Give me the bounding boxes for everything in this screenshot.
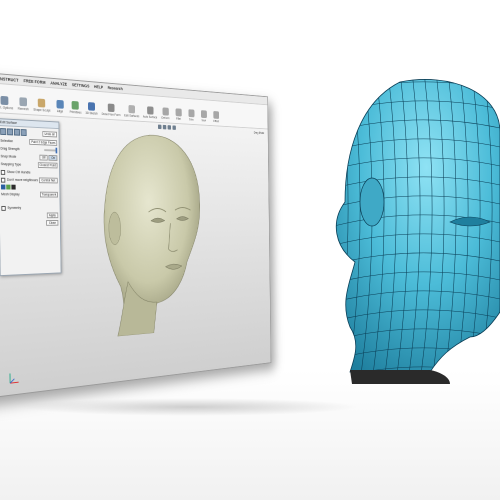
ribbon-button-fillet[interactable]: Fillet bbox=[174, 108, 184, 121]
ribbon-label: Ctrl. Options bbox=[0, 105, 14, 111]
ribbon-button-draw-free-form[interactable]: Draw Free Form bbox=[101, 103, 121, 117]
ribbon-label: Offset bbox=[213, 119, 220, 124]
checkbox-icon bbox=[0, 169, 6, 175]
primitives-icon bbox=[71, 100, 80, 110]
fillet-icon bbox=[175, 108, 182, 117]
ribbon-button-trim[interactable]: Trim bbox=[186, 109, 195, 122]
snap-off-button[interactable]: Off bbox=[39, 154, 49, 161]
wire-neck-base bbox=[350, 370, 450, 384]
mesh-display-select[interactable]: Transparent bbox=[39, 191, 58, 198]
wireframe-head-model bbox=[336, 79, 500, 384]
menu-item-construct[interactable]: CONSTRUCT bbox=[0, 76, 18, 83]
drag-mode-label: Drag Mode bbox=[253, 130, 265, 135]
axis-triad-icon bbox=[8, 370, 20, 385]
ribbon-button-offset[interactable]: Offset bbox=[211, 111, 220, 123]
mode-tab-3[interactable] bbox=[13, 128, 20, 136]
trim-icon bbox=[188, 109, 195, 118]
deform-icon bbox=[162, 107, 169, 116]
ribbon-button-primitives[interactable]: Primitives bbox=[69, 100, 82, 115]
ribbon-button-sew[interactable]: Sew bbox=[199, 110, 208, 122]
ribbon-label: Remesh bbox=[17, 106, 29, 112]
viewport-3d[interactable]: Drag Mode Edit Surface Undo all Selectio… bbox=[0, 113, 271, 397]
ribbon-button-remesh[interactable]: Remesh bbox=[17, 97, 29, 111]
ribbon-label: Sew bbox=[201, 118, 207, 123]
free-form-icon bbox=[107, 103, 115, 113]
swatch-blue[interactable] bbox=[1, 184, 6, 190]
ribbon-label: Shape Sculpt bbox=[33, 107, 51, 113]
swatch-dark[interactable] bbox=[11, 184, 16, 190]
ribbon-button-edit-surfaces[interactable]: Edit Surfaces bbox=[124, 104, 140, 119]
mode-tab-1[interactable] bbox=[0, 127, 7, 136]
ribbon-button-deform[interactable]: Deform bbox=[161, 107, 171, 120]
layers-icon bbox=[0, 95, 9, 106]
ribbon-button-ctrl-options[interactable]: Ctrl. Options bbox=[0, 95, 14, 111]
ribbon-label: 3D Sketch bbox=[85, 111, 98, 116]
checkbox-icon[interactable] bbox=[0, 177, 6, 183]
ribbon-button-3d-sketch[interactable]: 3D Sketch bbox=[85, 102, 98, 116]
ribbon-label: Edit Surfaces bbox=[124, 113, 140, 119]
align-icon bbox=[56, 99, 64, 109]
symmetry-label: Symmetry bbox=[7, 205, 22, 210]
view-side-icon[interactable] bbox=[163, 124, 167, 130]
undo-all-button[interactable]: Undo all bbox=[41, 130, 58, 137]
ribbon-label: Trim bbox=[188, 117, 194, 122]
ribbon-button-auto-surface[interactable]: Auto Surface bbox=[143, 106, 157, 119]
work-area: Drag Mode Edit Surface Undo all Selectio… bbox=[0, 111, 271, 401]
close-button[interactable]: Close bbox=[46, 219, 59, 226]
view-toolbar bbox=[158, 124, 177, 130]
ribbon-button-shape-sculpt[interactable]: Shape Sculpt bbox=[33, 98, 51, 113]
ribbon-label: Primitives bbox=[69, 110, 82, 115]
view-iso-icon[interactable] bbox=[172, 125, 177, 130]
selection-label: Selection bbox=[0, 138, 14, 144]
checkbox-icon bbox=[1, 205, 6, 211]
close-row: Close bbox=[0, 219, 60, 227]
edit-surface-dialog: Edit Surface Undo all Selection Paint 2 … bbox=[0, 118, 62, 277]
sew-icon bbox=[200, 110, 207, 119]
monitor-shadow bbox=[20, 398, 360, 416]
control-net-button[interactable]: Control Net bbox=[38, 177, 58, 184]
menu-item-analyze[interactable]: ANALYZE bbox=[50, 81, 67, 87]
remesh-icon bbox=[19, 97, 28, 107]
snap-on-button[interactable]: On bbox=[48, 154, 58, 161]
selection-select[interactable]: Paint 2 Edge Faces bbox=[29, 139, 58, 146]
drag-strength-label: Drag Strength bbox=[0, 146, 20, 152]
drag-strength-slider[interactable] bbox=[44, 149, 58, 152]
apply-button[interactable]: Apply bbox=[46, 212, 59, 219]
sculpt-icon bbox=[38, 98, 46, 108]
show-ctrl-label: Show Ctrl Handle bbox=[6, 170, 31, 175]
ribbon-label: Draw Free Form bbox=[101, 112, 121, 117]
app-window: CONSTRUCT FREE FORM ANALYZE SETTINGS HELP Res… bbox=[0, 69, 272, 402]
mode-tab-2[interactable] bbox=[7, 128, 14, 136]
auto-surface-icon bbox=[146, 106, 154, 115]
ribbon-label: Fillet bbox=[176, 116, 182, 121]
ribbon-button-align[interactable]: Align bbox=[54, 99, 65, 114]
menu-item-research[interactable]: Research bbox=[108, 85, 123, 91]
snap-mode-label: Snap Mode bbox=[0, 154, 17, 159]
mesh-display-row: Mesh Display Transparent bbox=[0, 190, 60, 198]
menu-item-free-form[interactable]: FREE FORM bbox=[23, 78, 45, 85]
snapping-type-label: Snapping Type bbox=[0, 162, 22, 167]
mesh-display-label: Mesh Display bbox=[1, 192, 20, 197]
monitor-screen: CONSTRUCT FREE FORM ANALYZE SETTINGS HELP Res… bbox=[0, 69, 272, 402]
menu-item-help[interactable]: HELP bbox=[94, 84, 103, 89]
view-front-icon[interactable] bbox=[158, 124, 162, 130]
smooth-label: Don't move neighbours bbox=[6, 177, 39, 183]
sculpted-head-model[interactable] bbox=[92, 128, 214, 338]
sketch-icon bbox=[87, 102, 96, 111]
snapping-type-select[interactable]: Closest Point bbox=[37, 162, 58, 169]
edit-surface-icon bbox=[128, 104, 136, 114]
swatch-green[interactable] bbox=[6, 184, 11, 190]
ribbon-label: Deform bbox=[161, 116, 170, 121]
ribbon-label: Auto Surface bbox=[142, 114, 158, 120]
menu-item-settings[interactable]: SETTINGS bbox=[72, 82, 90, 88]
offset-icon bbox=[213, 111, 219, 119]
wire-ear bbox=[359, 177, 385, 227]
mode-tab-4[interactable] bbox=[20, 129, 27, 137]
ribbon-label: Align bbox=[56, 109, 64, 114]
view-top-icon[interactable] bbox=[167, 125, 172, 130]
